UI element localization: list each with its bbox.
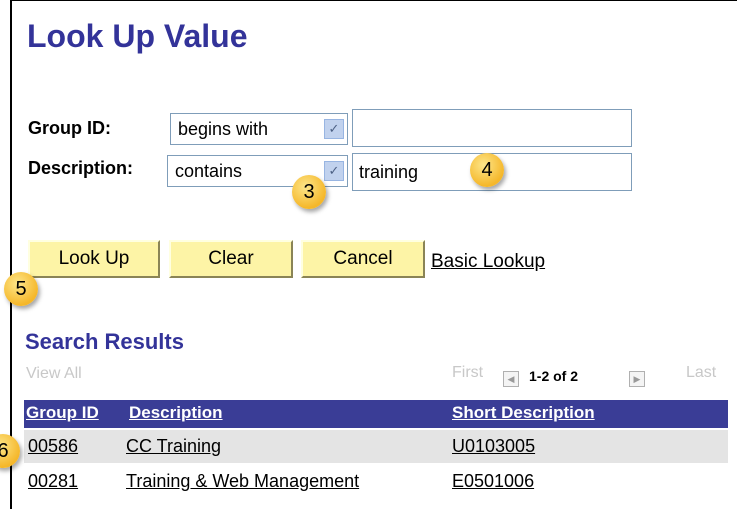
step-callout-4: 4 [470, 153, 504, 187]
group-id-label: Group ID: [28, 118, 111, 138]
pager-count: 1-2 of 2 [529, 368, 579, 384]
row-1-description-link[interactable]: CC Training [126, 436, 221, 457]
row-2-short-description-link[interactable]: E0501006 [452, 471, 534, 492]
column-header-description[interactable]: Description [129, 403, 223, 423]
description-label: Description: [28, 158, 134, 178]
next-page-icon: ▶ [629, 371, 645, 387]
row-1-short-description-link[interactable]: U0103005 [452, 436, 535, 457]
previous-page-icon: ◀ [503, 371, 519, 387]
column-header-short-description[interactable]: Short Description [452, 403, 595, 423]
view-all-link: View All [26, 365, 82, 382]
row-2-description-link[interactable]: Training & Web Management [126, 471, 359, 492]
search-results-title: Search Results [25, 329, 184, 354]
group-id-input[interactable] [352, 109, 632, 147]
page-title: Look Up Value [27, 18, 248, 54]
chevron-down-icon[interactable]: ✓ [324, 161, 344, 181]
pager-last: Last [686, 364, 717, 381]
cancel-button[interactable]: Cancel [301, 240, 425, 278]
clear-button[interactable]: Clear [169, 240, 293, 278]
step-callout-3: 3 [292, 175, 326, 209]
group-id-operator-value: begins with [178, 119, 269, 139]
group-id-operator-select[interactable]: begins with ✓ [170, 113, 348, 145]
pager-first: First [452, 364, 484, 381]
description-operator-value: contains [175, 161, 243, 181]
row-1-group-id-link[interactable]: 00586 [28, 436, 78, 457]
basic-lookup-link[interactable]: Basic Lookup [431, 251, 545, 273]
row-2-group-id-link[interactable]: 00281 [28, 471, 78, 492]
column-header-group-id[interactable]: Group ID [26, 403, 99, 423]
chevron-down-icon[interactable]: ✓ [324, 119, 344, 139]
step-callout-5: 5 [4, 272, 38, 306]
look-up-button[interactable]: Look Up [28, 240, 160, 278]
